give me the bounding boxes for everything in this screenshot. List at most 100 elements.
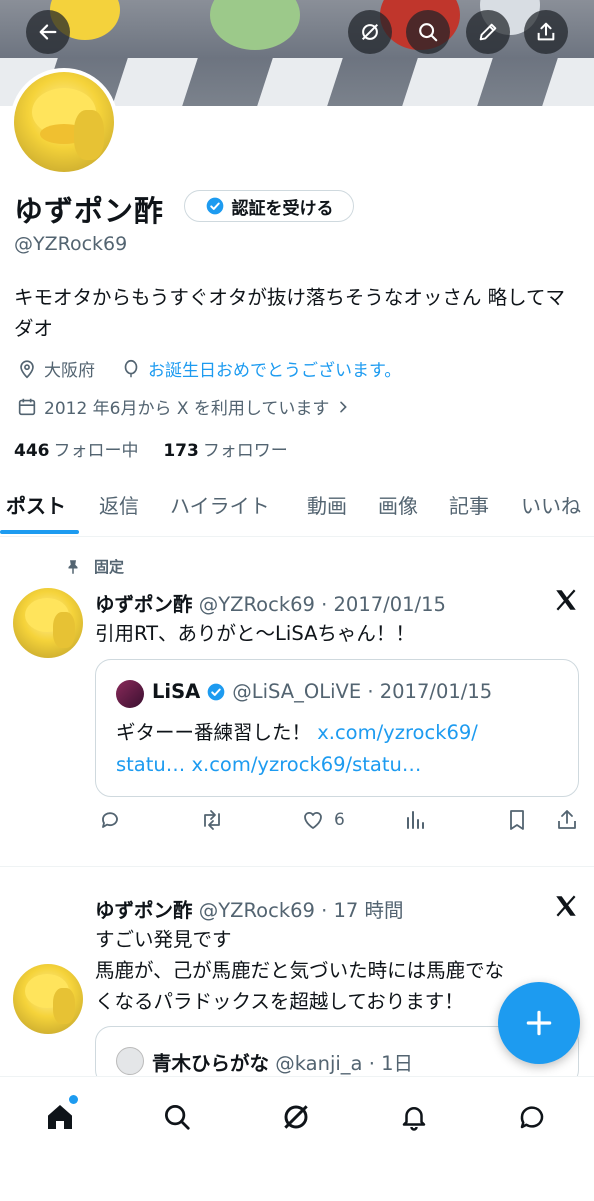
x-logo-icon[interactable]: [553, 587, 579, 613]
grok-icon: [361, 23, 379, 41]
nav-notifications[interactable]: [394, 1097, 434, 1137]
compose-post-button[interactable]: [498, 982, 580, 1064]
share-icon: [558, 810, 576, 829]
quote-link[interactable]: x.com/yzrock69/: [317, 721, 478, 744]
post-divider: [0, 866, 594, 867]
joined-text: 2012 年6月から X を利用しています: [44, 399, 330, 419]
repost-icon: [204, 810, 220, 830]
profile-location: 大阪府: [16, 356, 95, 381]
tab-highlights[interactable]: ハイライト: [170, 490, 270, 519]
tab-likes[interactable]: いいね: [521, 490, 581, 519]
share-button[interactable]: [524, 10, 568, 54]
followers-link[interactable]: 173 フォロワー: [163, 441, 288, 461]
nav-messages[interactable]: [512, 1097, 552, 1137]
following-link[interactable]: 446 フォロー中: [14, 441, 139, 461]
like-button[interactable]: 6: [300, 808, 345, 832]
bell-icon: [402, 1107, 426, 1131]
share-icon: [537, 22, 555, 41]
nav-grok[interactable]: [276, 1097, 316, 1137]
birthday-text[interactable]: お誕生日おめでとうございます。: [148, 356, 401, 381]
banner-stripe: [402, 58, 493, 106]
post-text: 引用RT、ありがと〜LiSAちゃん！！: [95, 622, 415, 645]
quote-text-line1: ギターー番練習した！ x.com/yzrock69/: [116, 721, 478, 744]
quote-avatar: [116, 1047, 144, 1075]
quote-link[interactable]: x.com/yzrock69/statu…: [191, 753, 421, 776]
chevron-right-icon: [340, 401, 348, 412]
notification-dot: [69, 1095, 78, 1104]
reply-button[interactable]: [98, 808, 122, 832]
follow-stats: 446 フォロー中 173 フォロワー: [14, 436, 288, 461]
chat-bubble-icon: [520, 1106, 544, 1129]
quote-link[interactable]: statu…: [116, 753, 185, 776]
like-count: 6: [334, 810, 345, 830]
bookmark-button[interactable]: [505, 808, 529, 832]
back-button[interactable]: [26, 10, 70, 54]
location-pin-icon: [20, 359, 34, 378]
tab-replies[interactable]: 返信: [99, 490, 139, 519]
location-text: 大阪府: [44, 361, 95, 381]
get-verified-button[interactable]: 認証を受ける: [184, 190, 354, 222]
get-verified-label: 認証を受ける: [231, 198, 334, 219]
pinned-label: 固定: [64, 556, 124, 577]
arrow-left-icon: [39, 24, 57, 40]
tab-images[interactable]: 画像: [378, 490, 418, 519]
quote-text-line2: statu… x.com/yzrock69/statu…: [116, 749, 421, 780]
quote-author-name: 青木ひらがな: [152, 1052, 270, 1075]
plus-icon: [526, 1010, 552, 1036]
nav-home[interactable]: [40, 1095, 80, 1137]
tab-videos[interactable]: 動画: [307, 490, 347, 519]
views-icon: [407, 811, 424, 829]
profile-bio: キモオタからもうすぐオタが抜け落ちそうなオッさん 略してマダオ: [14, 286, 566, 340]
banner-figure: [210, 0, 300, 50]
search-icon: [165, 1105, 190, 1130]
edit-button[interactable]: [466, 10, 510, 54]
banner-stripe: [112, 58, 198, 106]
profile-birthday[interactable]: お誕生日おめでとうございます。: [120, 356, 401, 381]
post-text-line: すごい発見です: [95, 928, 232, 951]
reply-icon: [102, 812, 118, 828]
quoted-post[interactable]: LiSA @LiSA_OLiVE · 2017/01/15 ギターー番練習した！…: [95, 659, 579, 797]
quote-author-name: LiSA: [152, 680, 201, 703]
x-logo-icon[interactable]: [553, 893, 579, 919]
post-header: ゆずポン酢 @YZRock69 · 2017/01/15: [95, 588, 446, 617]
search-icon: [419, 23, 438, 42]
post-avatar[interactable]: [13, 964, 83, 1034]
nav-search[interactable]: [157, 1097, 197, 1137]
avatar-image: [14, 72, 114, 172]
post-meta: @YZRock69 · 17 時間: [198, 899, 404, 922]
bookmark-icon: [510, 810, 524, 830]
post-avatar[interactable]: [13, 588, 83, 658]
quote-meta: @kanji_a · 1日: [275, 1052, 414, 1075]
profile-handle: @YZRock69: [14, 233, 128, 255]
balloon-icon: [124, 359, 138, 377]
banner-stripe: [542, 58, 594, 106]
post-text-line: 馬鹿が、己が馬鹿だと気づいた時には馬鹿でな: [95, 959, 505, 982]
home-icon: [48, 1105, 72, 1129]
profile-joined[interactable]: 2012 年6月から X を利用しています: [16, 394, 351, 419]
calendar-icon: [18, 398, 36, 415]
grok-button[interactable]: [348, 10, 392, 54]
post-author-name[interactable]: ゆずポン酢: [95, 899, 193, 922]
post-meta: @YZRock69 · 2017/01/15: [198, 593, 446, 616]
heart-icon: [304, 811, 322, 829]
views-button[interactable]: [403, 808, 427, 832]
active-tab-indicator: [0, 530, 79, 534]
profile-avatar[interactable]: [10, 68, 118, 176]
bottom-navigation: [0, 1076, 594, 1201]
tab-articles[interactable]: 記事: [449, 490, 489, 519]
quote-header: LiSA @LiSA_OLiVE · 2017/01/15: [152, 680, 492, 703]
share-post-button[interactable]: [555, 808, 579, 832]
post-author-name[interactable]: ゆずポン酢: [95, 593, 193, 616]
pen-icon: [479, 23, 497, 41]
verified-badge-icon: [207, 683, 225, 700]
repost-button[interactable]: [199, 808, 225, 832]
search-button[interactable]: [406, 10, 450, 54]
tab-posts[interactable]: ポスト: [6, 490, 66, 519]
post-header: ゆずポン酢 @YZRock69 · 17 時間: [95, 894, 404, 923]
grok-icon: [284, 1105, 308, 1129]
profile-tabs: ポスト 返信 ハイライト 動画 画像 記事 いいね: [0, 484, 594, 537]
pin-icon: [68, 559, 78, 574]
post-text-line: くなるパラドックスを超越しております！: [95, 990, 464, 1013]
verified-badge-icon: [206, 197, 223, 215]
quote-meta: @LiSA_OLiVE · 2017/01/15: [232, 680, 493, 703]
